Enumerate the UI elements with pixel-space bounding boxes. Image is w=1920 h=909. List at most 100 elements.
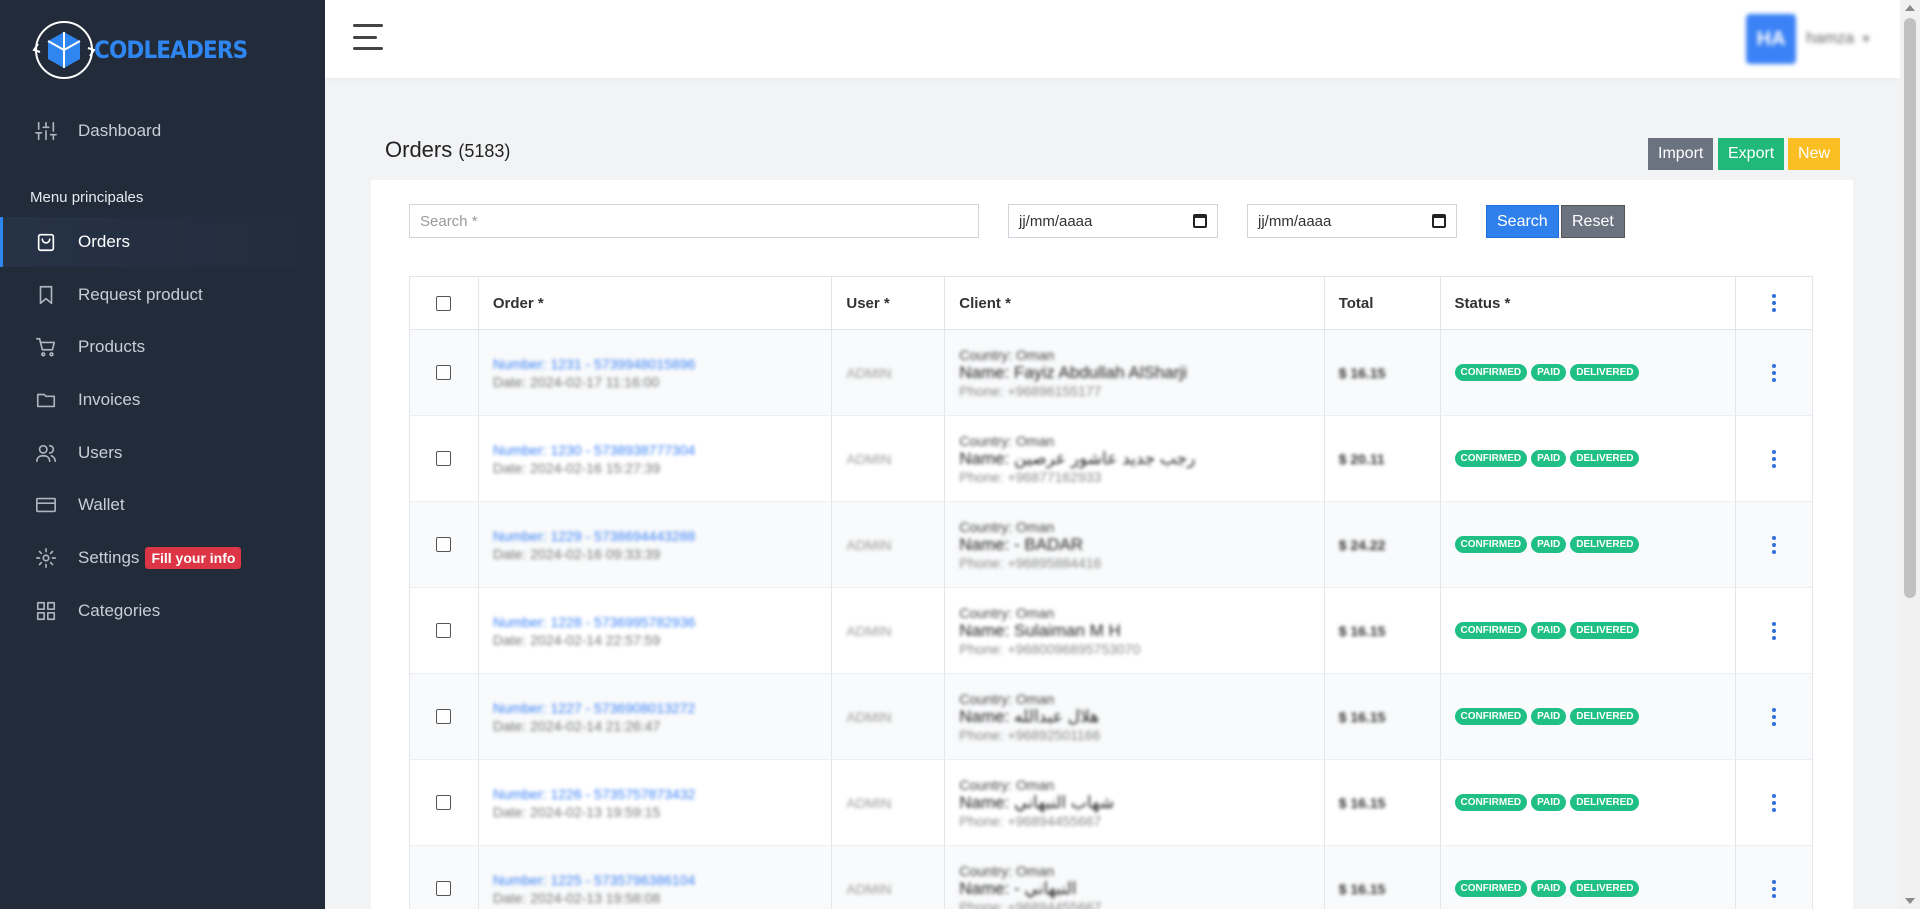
order-cell: Number: 1229 - 5738694443288 Date: 2024-… <box>479 502 833 587</box>
header-actions[interactable] <box>1736 277 1812 329</box>
sidebar-item-request-product[interactable]: Request product <box>0 270 325 320</box>
client-info: Country: Oman Name: هلال عبدالله Phone: … <box>959 691 1100 743</box>
sidebar-item-label: Categories <box>78 601 161 620</box>
fill-info-badge[interactable]: Fill your info <box>145 547 242 569</box>
kebab-icon[interactable] <box>1772 363 1777 382</box>
header-order[interactable]: Order * <box>479 277 833 329</box>
header-status[interactable]: Status * <box>1441 277 1737 329</box>
status-badge: DELIVERED <box>1570 708 1640 725</box>
row-checkbox[interactable] <box>436 709 452 724</box>
table-row[interactable]: Number: 1228 - 5736995782936 Date: 2024-… <box>410 588 1812 674</box>
sidebar-item-invoices[interactable]: Invoices <box>0 375 325 425</box>
status-badge: CONFIRMED <box>1454 364 1528 381</box>
client-info: Country: Oman Name: Sulaiman M H Phone: … <box>959 605 1140 657</box>
date-from-input[interactable]: jj/mm/aaaa <box>1008 204 1218 238</box>
row-checkbox[interactable] <box>436 881 452 896</box>
users-icon <box>34 441 58 465</box>
kebab-icon[interactable] <box>1772 793 1777 812</box>
status-cell: CONFIRMED PAID DELIVERED <box>1441 674 1737 759</box>
header-user[interactable]: User * <box>832 277 946 329</box>
sidebar-item-users[interactable]: Users <box>0 428 325 478</box>
table-row[interactable]: Number: 1231 - 5739948015896 Date: 2024-… <box>410 330 1812 416</box>
row-checkbox[interactable] <box>436 365 452 380</box>
status-badge: CONFIRMED <box>1454 536 1528 553</box>
scroll-down-icon[interactable] <box>1905 898 1915 904</box>
client-cell: Country: Oman Name: Fayiz Abdullah AlSha… <box>945 330 1325 415</box>
sidebar-item-label: Wallet <box>78 495 125 514</box>
scroll-thumb[interactable] <box>1904 18 1916 598</box>
order-user: ADMIN <box>846 880 892 897</box>
row-checkbox[interactable] <box>436 623 452 638</box>
calendar-icon[interactable] <box>1193 214 1207 228</box>
client-cell: Country: Oman Name: Sulaiman M H Phone: … <box>945 588 1325 673</box>
order-cell: Number: 1228 - 5736995782936 Date: 2024-… <box>479 588 833 673</box>
kebab-icon[interactable] <box>1772 879 1777 898</box>
order-total: $ 20.11 <box>1338 450 1385 467</box>
order-total: $ 16.15 <box>1338 708 1386 725</box>
sidebar-item-wallet[interactable]: Wallet <box>0 480 325 530</box>
user-menu[interactable]: HA hamza ▼ <box>1746 14 1872 64</box>
page-scrollbar[interactable] <box>1900 0 1920 909</box>
table-row[interactable]: Number: 1227 - 5736908013272 Date: 2024-… <box>410 674 1812 760</box>
kebab-icon[interactable] <box>1772 707 1777 726</box>
folder-icon <box>34 388 58 412</box>
sidebar-item-settings[interactable]: Settings Fill your info <box>0 533 325 583</box>
sidebar-item-dashboard[interactable]: Dashboard <box>0 106 325 156</box>
order-number-link[interactable]: Number: 1228 - 5736995782936 <box>493 614 695 630</box>
order-user: ADMIN <box>846 450 892 467</box>
row-actions-cell <box>1736 846 1812 909</box>
status-badge: DELIVERED <box>1570 880 1640 897</box>
sidebar-item-products[interactable]: Products <box>0 322 325 372</box>
sidebar-item-orders[interactable]: Orders <box>0 217 325 267</box>
export-button[interactable]: Export <box>1718 138 1785 170</box>
import-button[interactable]: Import <box>1648 138 1714 170</box>
kebab-icon[interactable] <box>1772 621 1777 640</box>
row-select-cell <box>410 416 479 501</box>
client-country: Country: Oman <box>959 346 1055 363</box>
kebab-icon[interactable] <box>1772 294 1777 312</box>
kebab-icon[interactable] <box>1772 449 1777 468</box>
order-number-link[interactable]: Number: 1231 - 5739948015896 <box>493 356 695 372</box>
kebab-icon[interactable] <box>1772 535 1777 554</box>
reset-button[interactable]: Reset <box>1561 205 1625 238</box>
calendar-icon[interactable] <box>1432 214 1446 228</box>
date-to-input[interactable]: jj/mm/aaaa <box>1247 204 1457 238</box>
order-number-link[interactable]: Number: 1230 - 5738938777304 <box>493 442 695 458</box>
search-input[interactable]: Search * <box>409 204 979 238</box>
grid-icon <box>34 599 58 623</box>
sidebar-item-categories[interactable]: Categories <box>0 586 325 636</box>
header-client[interactable]: Client * <box>945 277 1325 329</box>
order-date: Date: 2024-02-17 11:16:00 <box>492 373 660 390</box>
order-number-link[interactable]: Number: 1227 - 5736908013272 <box>493 700 695 716</box>
table-row[interactable]: Number: 1226 - 5735757873432 Date: 2024-… <box>410 760 1812 846</box>
select-all-checkbox[interactable] <box>436 295 452 311</box>
status-badge: PAID <box>1531 622 1567 639</box>
topbar: HA hamza ▼ <box>325 0 1900 78</box>
scroll-up-icon[interactable] <box>1905 5 1915 11</box>
order-number-link[interactable]: Number: 1226 - 5735757873432 <box>493 786 695 802</box>
sidebar-item-label: Users <box>78 443 123 462</box>
row-checkbox[interactable] <box>436 795 452 810</box>
table-row[interactable]: Number: 1225 - 5735796386104 Date: 2024-… <box>410 846 1812 909</box>
row-checkbox[interactable] <box>436 537 452 552</box>
status-badge: DELIVERED <box>1570 536 1640 553</box>
client-name: Name: Sulaiman M H <box>959 620 1121 640</box>
new-order-button[interactable]: New <box>1788 138 1841 170</box>
brand-logo[interactable]: CODLEADERS <box>30 18 264 82</box>
order-number-link[interactable]: Number: 1225 - 5735796386104 <box>493 872 695 888</box>
table-row[interactable]: Number: 1229 - 5738694443288 Date: 2024-… <box>410 502 1812 588</box>
status-cell: CONFIRMED PAID DELIVERED <box>1441 502 1737 587</box>
sidebar-item-label: Orders <box>78 232 130 251</box>
order-info: Number: 1229 - 5738694443288 Date: 2024-… <box>493 528 695 562</box>
search-button[interactable]: Search <box>1486 205 1559 238</box>
order-number-link[interactable]: Number: 1229 - 5738694443288 <box>493 528 695 544</box>
menu-toggle-icon[interactable] <box>353 24 383 50</box>
row-checkbox[interactable] <box>436 451 452 466</box>
row-select-cell <box>410 330 479 415</box>
user-cell: ADMIN <box>832 760 946 845</box>
table-row[interactable]: Number: 1230 - 5738938777304 Date: 2024-… <box>410 416 1812 502</box>
status-cell: CONFIRMED PAID DELIVERED <box>1441 588 1737 673</box>
sidebar-item-label: Dashboard <box>78 121 162 140</box>
page-title-text: Orders <box>385 137 453 162</box>
status-badge: PAID <box>1531 536 1567 553</box>
